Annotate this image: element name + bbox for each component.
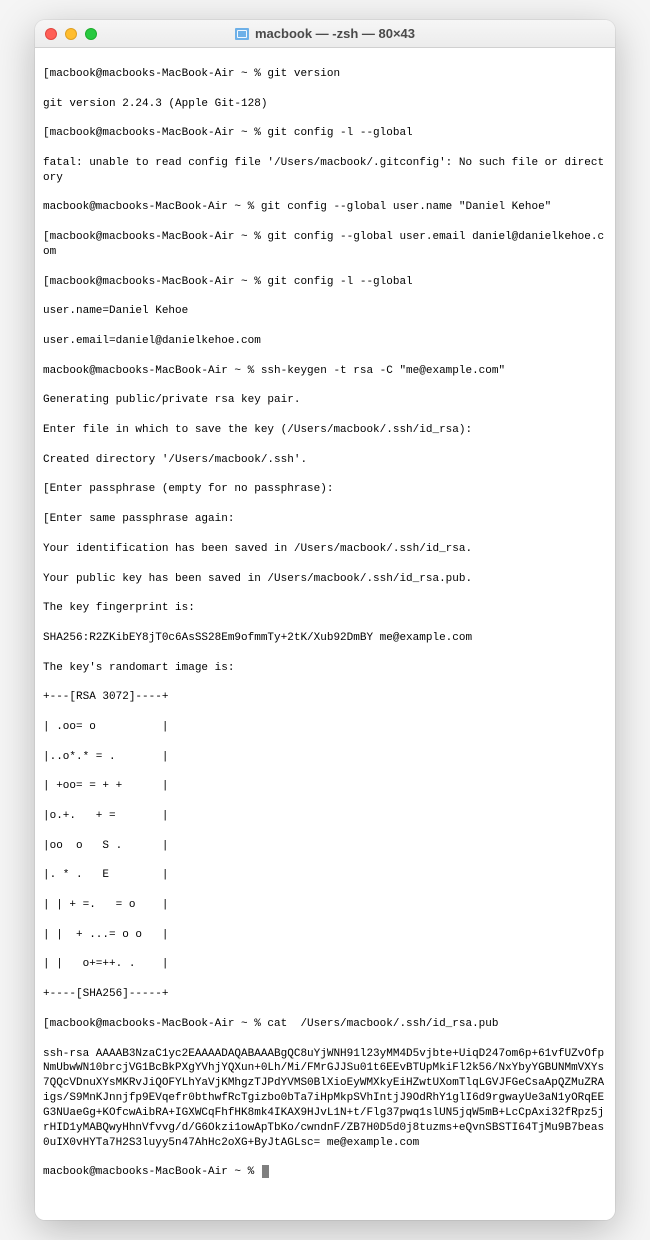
terminal-line: [macbook@macbooks-MacBook-Air ~ % git co… — [43, 126, 607, 141]
window-title: macbook — -zsh — 80×43 — [255, 26, 415, 41]
terminal-line: [macbook@macbooks-MacBook-Air ~ % git ve… — [43, 67, 607, 82]
terminal-line: [Enter passphrase (empty for no passphra… — [43, 482, 607, 497]
terminal-body[interactable]: [macbook@macbooks-MacBook-Air ~ % git ve… — [35, 48, 615, 1220]
terminal-line: Generating public/private rsa key pair. — [43, 393, 607, 408]
terminal-line: git version 2.24.3 (Apple Git-128) — [43, 97, 607, 112]
terminal-line: user.name=Daniel Kehoe — [43, 304, 607, 319]
terminal-line: |o.+. + = | — [43, 809, 607, 824]
terminal-line: ssh-rsa AAAAB3NzaC1yc2EAAAADAQABAAABgQC8… — [43, 1047, 607, 1151]
terminal-line: [Enter same passphrase again: — [43, 512, 607, 527]
terminal-line: | .oo= o | — [43, 720, 607, 735]
terminal-line: Created directory '/Users/macbook/.ssh'. — [43, 453, 607, 468]
terminal-line: Your public key has been saved in /Users… — [43, 572, 607, 587]
terminal-line: [macbook@macbooks-MacBook-Air ~ % cat /U… — [43, 1017, 607, 1032]
terminal-line: |..o*.* = . | — [43, 750, 607, 765]
terminal-line: [macbook@macbooks-MacBook-Air ~ % git co… — [43, 275, 607, 290]
cursor-icon — [262, 1165, 269, 1178]
terminal-line: fatal: unable to read config file '/User… — [43, 156, 607, 186]
terminal-line: | +oo= = + + | — [43, 779, 607, 794]
terminal-line: |. * . E | — [43, 868, 607, 883]
terminal-line: Your identification has been saved in /U… — [43, 542, 607, 557]
terminal-window: macbook — -zsh — 80×43 [macbook@macbooks… — [35, 20, 615, 1220]
terminal-line: +----[SHA256]-----+ — [43, 987, 607, 1002]
terminal-prompt: macbook@macbooks-MacBook-Air ~ % — [43, 1166, 261, 1178]
terminal-line: [macbook@macbooks-MacBook-Air ~ % git co… — [43, 230, 607, 260]
terminal-prompt-line: macbook@macbooks-MacBook-Air ~ % — [43, 1165, 607, 1180]
terminal-line: | | + ...= o o | — [43, 928, 607, 943]
terminal-line: +---[RSA 3072]----+ — [43, 690, 607, 705]
terminal-line: | | o+=++. . | — [43, 957, 607, 972]
window-title-wrap: macbook — -zsh — 80×43 — [35, 26, 615, 41]
terminal-line: |oo o S . | — [43, 839, 607, 854]
terminal-line: user.email=daniel@danielkehoe.com — [43, 334, 607, 349]
traffic-lights — [45, 28, 97, 40]
maximize-icon[interactable] — [85, 28, 97, 40]
terminal-line: macbook@macbooks-MacBook-Air ~ % ssh-key… — [43, 364, 607, 379]
terminal-line: macbook@macbooks-MacBook-Air ~ % git con… — [43, 200, 607, 215]
minimize-icon[interactable] — [65, 28, 77, 40]
window-titlebar[interactable]: macbook — -zsh — 80×43 — [35, 20, 615, 48]
terminal-line: The key's randomart image is: — [43, 661, 607, 676]
terminal-line: SHA256:R2ZKibEY8jT0c6AsSS28Em9ofmmTy+2tK… — [43, 631, 607, 646]
terminal-line: | | + =. = o | — [43, 898, 607, 913]
terminal-line: The key fingerprint is: — [43, 601, 607, 616]
close-icon[interactable] — [45, 28, 57, 40]
home-folder-icon — [235, 28, 249, 40]
terminal-line: Enter file in which to save the key (/Us… — [43, 423, 607, 438]
